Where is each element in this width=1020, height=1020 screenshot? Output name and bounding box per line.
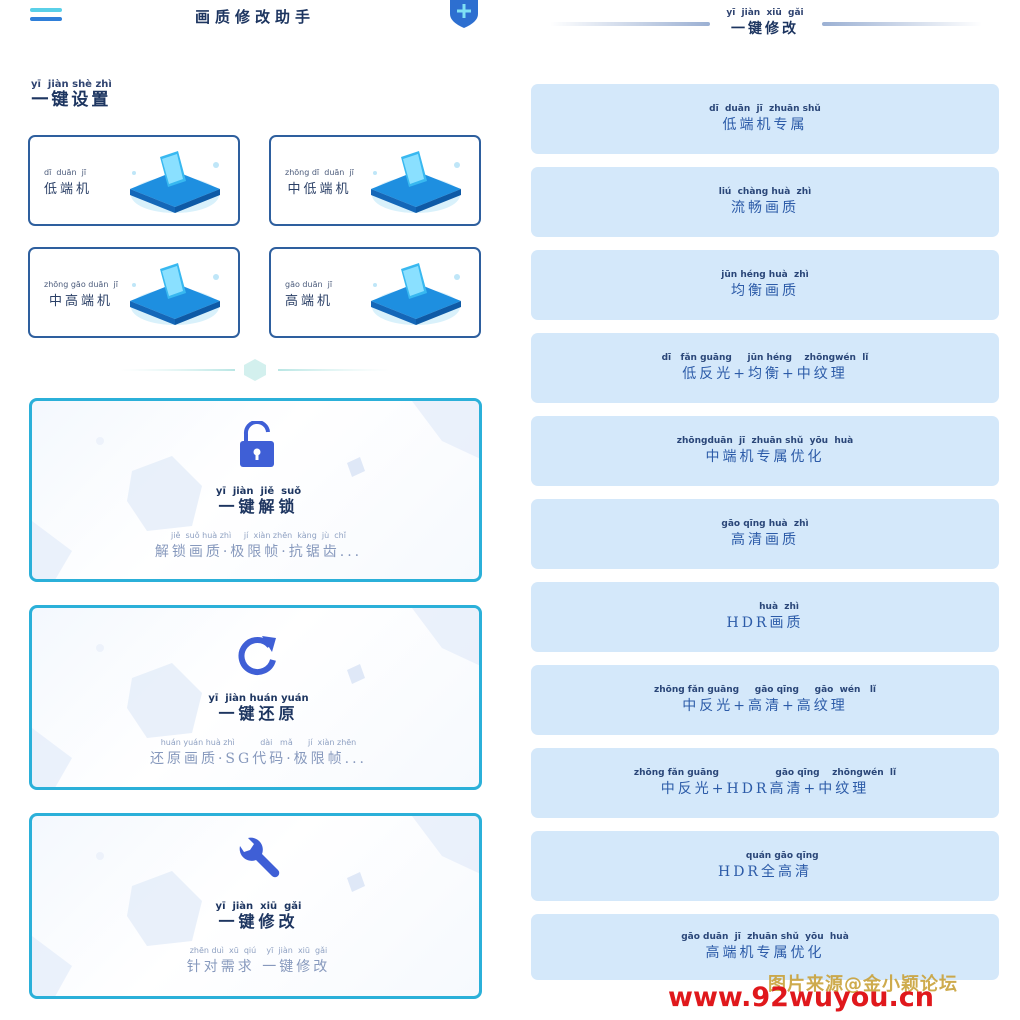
device-card-low[interactable]: dī duān jī 低端机 bbox=[28, 135, 240, 226]
preset-smooth[interactable]: liú chàng huà zhì 流畅画质 bbox=[531, 167, 999, 237]
phone-illustration-icon bbox=[371, 151, 461, 213]
restore-title: yī jiàn huán yuán 一键还原 bbox=[208, 693, 309, 724]
device-card-mid-high[interactable]: zhōng gāo duān jī 中高端机 bbox=[28, 247, 240, 338]
device-card-label: dī duān jī 低端机 bbox=[44, 168, 93, 197]
phone-illustration-icon bbox=[130, 263, 220, 325]
watermark-url: www.92wuyou.cn bbox=[668, 982, 934, 1013]
modify-card[interactable]: yī jiàn xiū gǎi 一键修改 zhēn duì xū qiú yī j… bbox=[29, 813, 482, 999]
device-card-label: zhōng dī duān jī 中低端机 bbox=[285, 168, 354, 197]
left-pane: 画质修改助手 yī jiàn shè zhì 一键设置 dī duān jī 低端… bbox=[0, 0, 510, 1020]
restore-card[interactable]: yī jiàn huán yuán 一键还原 huán yuán huà zhì … bbox=[29, 605, 482, 790]
preset-mid-end[interactable]: zhōngduān jī zhuān shǔ yōu huà 中端机专属优化 bbox=[531, 416, 999, 486]
unlock-subtitle: jiě suǒ huà zhì jí xiàn zhēn kàng jù chǐ… bbox=[154, 531, 363, 560]
restore-subtitle: huán yuán huà zhì dài mǎ jí xiàn zhēn 还原画… bbox=[149, 738, 368, 767]
shield-plus-icon[interactable] bbox=[449, 0, 479, 28]
device-card-mid-low[interactable]: zhōng dī duān jī 中低端机 bbox=[269, 135, 481, 226]
preset-mid-reflect-hd[interactable]: zhōng fǎn guāng gāo qīng gāo wén lǐ 中反光+高… bbox=[531, 665, 999, 735]
preset-hdr[interactable]: huà zhì HDR画质 bbox=[531, 582, 999, 652]
preset-hdr-full-hd[interactable]: quán gāo qīng HDR全高清 bbox=[531, 831, 999, 901]
section-divider bbox=[120, 359, 390, 381]
app-title: 画质修改助手 bbox=[194, 8, 315, 26]
modify-header: yī jiàn xiū gǎi 一键修改 bbox=[510, 8, 1020, 44]
modify-heading: yī jiàn xiū gǎi 一键修改 bbox=[726, 8, 804, 37]
device-card-high[interactable]: gāo duān jī 高端机 bbox=[269, 247, 481, 338]
device-card-label: zhōng gāo duān jī 中高端机 bbox=[44, 280, 118, 309]
settings-heading: yī jiàn shè zhì 一键设置 bbox=[31, 79, 112, 111]
unlock-icon bbox=[240, 421, 274, 467]
unlock-card[interactable]: yī jiàn jiě suǒ 一键解锁 jiě suǒ huà zhì jí x… bbox=[29, 398, 482, 582]
modify-title: yī jiàn xiū gǎi 一键修改 bbox=[215, 901, 302, 932]
preset-balanced[interactable]: jūn héng huà zhì 均衡画质 bbox=[531, 250, 999, 320]
refresh-icon bbox=[238, 636, 276, 675]
phone-illustration-icon bbox=[371, 263, 461, 325]
preset-hd[interactable]: gāo qīng huà zhì 高清画质 bbox=[531, 499, 999, 569]
preset-low-reflect-balanced[interactable]: dī fǎn guāng jūn héng zhōngwén lǐ 低反光+均衡+… bbox=[531, 333, 999, 403]
preset-low-end[interactable]: dī duān jī zhuān shǔ 低端机专属 bbox=[531, 84, 999, 154]
device-card-label: gāo duān jī 高端机 bbox=[285, 280, 334, 309]
modify-subtitle: zhēn duì xū qiú yī jiàn xiū gǎi 针对需求 一键修改 bbox=[186, 946, 331, 975]
preset-mid-reflect-hdr[interactable]: zhōng fǎn guāng gāo qīng zhōngwén lǐ 中反光+… bbox=[531, 748, 999, 818]
wrench-icon bbox=[239, 837, 280, 878]
unlock-title: yī jiàn jiě suǒ 一键解锁 bbox=[215, 486, 302, 517]
phone-illustration-icon bbox=[130, 151, 220, 213]
